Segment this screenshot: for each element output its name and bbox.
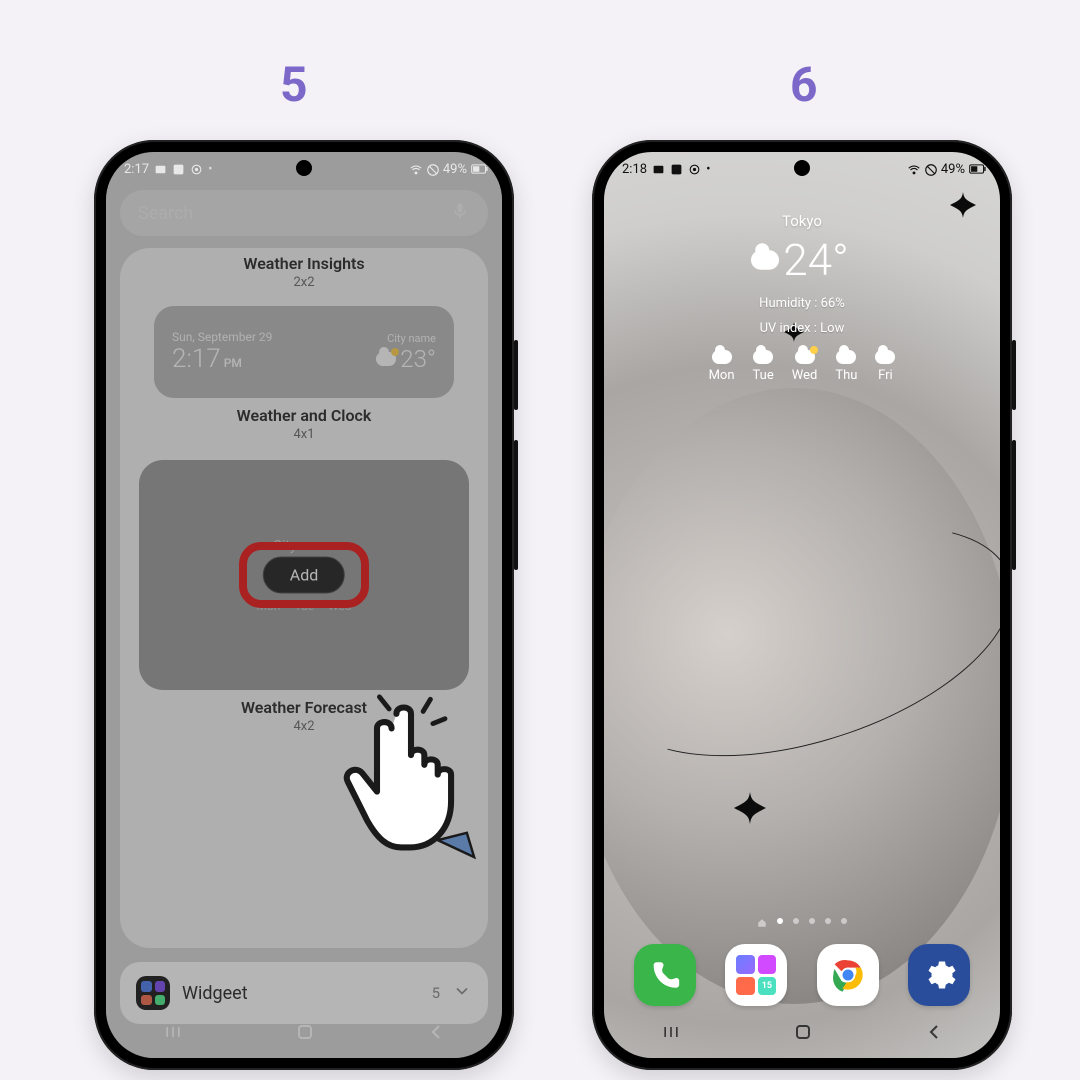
recents-button[interactable] xyxy=(160,1022,186,1046)
image-icon xyxy=(154,163,167,176)
settings-app-icon[interactable] xyxy=(908,944,970,1006)
dim-overlay xyxy=(106,152,502,1058)
battery-percent: 49% xyxy=(941,162,965,177)
widgeet-app-icon[interactable]: 15 xyxy=(725,944,787,1006)
status-time: 2:18 xyxy=(622,162,647,177)
weather-temp: 24° xyxy=(783,234,848,286)
page-dot xyxy=(841,918,847,924)
image-icon xyxy=(652,163,665,176)
navigation-bar xyxy=(106,1010,502,1058)
forecast-day: Tue xyxy=(753,350,774,383)
check-icon xyxy=(670,163,683,176)
phone-frame-left: 2:17 • 49% xyxy=(94,140,514,1070)
chrome-app-icon[interactable] xyxy=(817,944,879,1006)
phone-app-icon[interactable] xyxy=(634,944,696,1006)
forecast-day: Fri xyxy=(875,350,895,383)
status-time: 2:17 xyxy=(124,162,149,177)
home-button[interactable] xyxy=(791,1020,815,1048)
target-icon xyxy=(190,163,203,176)
more-dot: • xyxy=(706,162,710,177)
back-button[interactable] xyxy=(922,1020,946,1048)
forecast-day: Thu xyxy=(835,350,857,383)
cloudy-icon xyxy=(712,350,732,364)
home-page-icon xyxy=(757,918,767,928)
cloudy-icon xyxy=(836,350,856,364)
phone-frame-right: 2:18 • 49% Tokyo 24° Humidity : 66% UV i… xyxy=(592,140,1012,1070)
page-dot xyxy=(809,918,815,924)
battery-icon xyxy=(471,163,484,176)
wifi-icon xyxy=(409,163,422,176)
weather-uv: UV index : Low xyxy=(604,321,1000,336)
home-button[interactable] xyxy=(293,1020,317,1048)
cloudy-icon xyxy=(753,350,773,364)
page-dot xyxy=(793,918,799,924)
step-number-6: 6 xyxy=(790,56,818,113)
battery-percent: 49% xyxy=(443,162,467,177)
more-dot: • xyxy=(208,162,212,177)
no-sim-icon xyxy=(426,163,439,176)
page-indicator[interactable] xyxy=(604,918,1000,928)
page-dot xyxy=(777,918,783,924)
camera-punch-hole xyxy=(794,160,810,176)
weather-humidity: Humidity : 66% xyxy=(604,296,1000,311)
partly-cloudy-icon xyxy=(795,350,815,364)
wifi-icon xyxy=(907,163,920,176)
step-number-5: 5 xyxy=(280,56,308,113)
back-button[interactable] xyxy=(424,1020,448,1048)
forecast-day: Mon xyxy=(709,350,735,383)
home-dock: 15 xyxy=(604,944,1000,1006)
check-icon xyxy=(172,163,185,176)
sparkle-icon xyxy=(734,792,766,824)
navigation-bar xyxy=(604,1010,1000,1058)
phone-screen-right: 2:18 • 49% Tokyo 24° Humidity : 66% UV i… xyxy=(604,152,1000,1058)
cloudy-icon xyxy=(751,250,779,270)
phone-screen-left: 2:17 • 49% xyxy=(106,152,502,1058)
no-sim-icon xyxy=(924,163,937,176)
recents-button[interactable] xyxy=(658,1022,684,1046)
forecast-day: Wed xyxy=(792,350,818,383)
battery-icon xyxy=(969,163,982,176)
target-icon xyxy=(688,163,701,176)
cloudy-icon xyxy=(875,350,895,364)
camera-punch-hole xyxy=(296,160,312,176)
page-dot xyxy=(825,918,831,924)
weather-city: Tokyo xyxy=(604,212,1000,230)
home-weather-widget[interactable]: Tokyo 24° Humidity : 66% UV index : Low … xyxy=(604,212,1000,383)
weather-forecast-days: Mon Tue Wed Thu Fri xyxy=(604,350,1000,383)
